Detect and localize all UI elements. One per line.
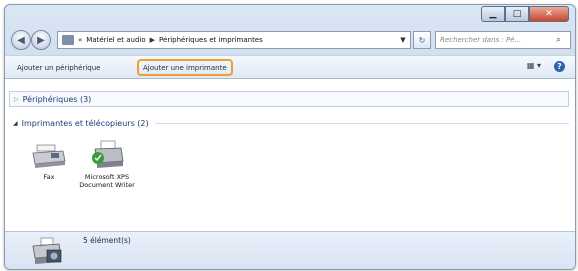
explorer-window: ▁ □ ✕ ◀ ▶ « Matériel et audio ▶ Périphér…	[4, 4, 576, 270]
device-item-xps[interactable]: Microsoft XPS Document Writer	[79, 139, 135, 189]
device-item-xps-label: Microsoft XPS Document Writer	[79, 173, 135, 189]
content-pane: ▷ Périphériques (3) ◢ Imprimantes et tél…	[5, 79, 575, 231]
navigation-bar: ◀ ▶ « Matériel et audio ▶ Périphériques …	[5, 27, 575, 55]
breadcrumb-separator-icon[interactable]: ▶	[150, 36, 155, 44]
expand-arrow-icon[interactable]: ▷	[14, 96, 19, 103]
control-panel-icon	[62, 35, 74, 45]
breadcrumb-overflow[interactable]: «	[78, 36, 82, 44]
add-device-button[interactable]: Ajouter un périphérique	[13, 60, 104, 75]
group-divider	[154, 122, 569, 124]
address-bar[interactable]: « Matériel et audio ▶ Périphériques et i…	[57, 31, 411, 49]
search-input[interactable]: Rechercher dans : Pé...	[436, 36, 556, 44]
device-item-fax-label: Fax	[43, 173, 55, 181]
group-devices-label: Périphériques (3)	[22, 94, 92, 104]
breadcrumb-item-hardware[interactable]: Matériel et audio	[86, 36, 145, 44]
xps-printer-icon	[92, 140, 124, 168]
refresh-icon: ↻	[418, 35, 426, 45]
minimize-button[interactable]: ▁	[481, 6, 505, 22]
device-item-fax[interactable]: Fax	[21, 139, 77, 181]
title-bar: ▁ □ ✕	[5, 5, 575, 27]
collapse-arrow-icon[interactable]: ◢	[13, 120, 18, 127]
address-dropdown-icon[interactable]: ▼	[396, 32, 410, 48]
close-button[interactable]: ✕	[529, 6, 569, 22]
command-bar: Ajouter un périphérique Ajouter une impr…	[5, 55, 575, 79]
maximize-button[interactable]: □	[505, 6, 529, 22]
view-options-icon[interactable]: ▦ ▾	[527, 61, 541, 70]
arrow-left-icon: ◀	[17, 34, 25, 46]
search-icon[interactable]: ⌕	[556, 35, 570, 45]
details-pane: 5 élément(s)	[5, 231, 575, 269]
refresh-button[interactable]: ↻	[413, 31, 431, 49]
arrow-right-icon: ▶	[37, 34, 45, 46]
help-icon[interactable]: ?	[554, 61, 565, 72]
back-button[interactable]: ◀	[11, 30, 31, 50]
forward-button[interactable]: ▶	[31, 30, 51, 50]
search-box[interactable]: Rechercher dans : Pé... ⌕	[435, 31, 571, 49]
group-printers[interactable]: ◢ Imprimantes et télécopieurs (2)	[13, 117, 569, 129]
group-devices[interactable]: ▷ Périphériques (3)	[9, 91, 569, 107]
item-count: 5 élément(s)	[83, 236, 131, 245]
devices-printers-icon	[32, 237, 62, 264]
add-printer-button[interactable]: Ajouter une imprimante	[137, 59, 233, 76]
window-controls: ▁ □ ✕	[481, 6, 569, 22]
fax-icon	[32, 144, 66, 168]
group-printers-label: Imprimantes et télécopieurs (2)	[21, 118, 149, 128]
breadcrumb-item-devices-printers[interactable]: Périphériques et imprimantes	[159, 36, 263, 44]
